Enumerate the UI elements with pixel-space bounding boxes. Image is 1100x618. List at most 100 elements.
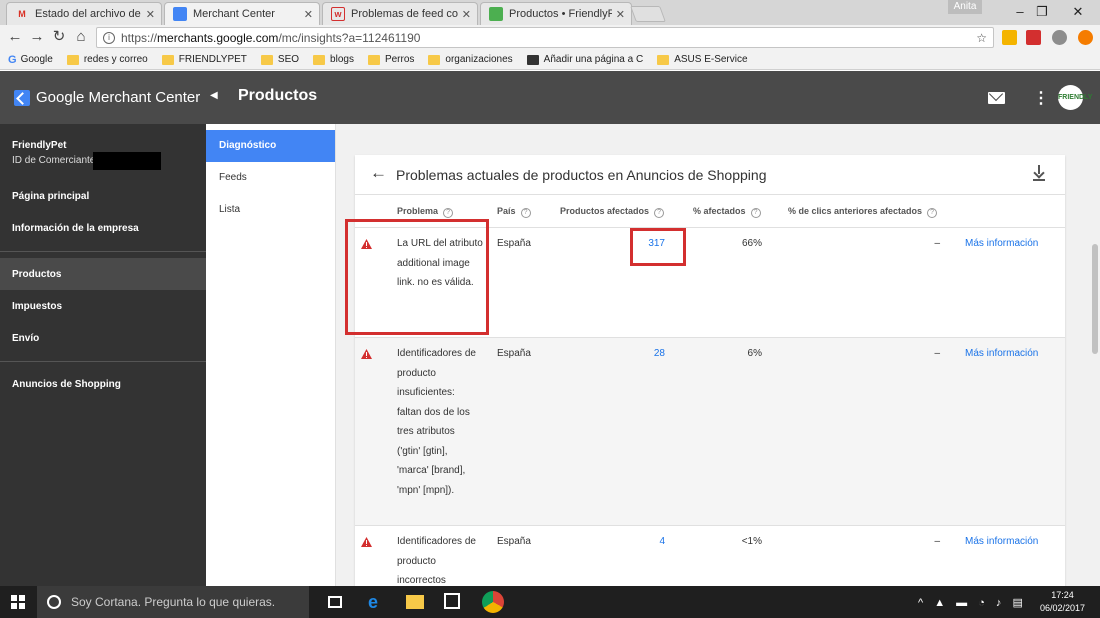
- subnav-item-list[interactable]: Lista: [206, 194, 335, 226]
- pct-affected-text: 6%: [747, 348, 762, 359]
- url-prefix: https://: [121, 30, 158, 45]
- cortana-search-box[interactable]: Soy Cortana. Pregunta lo que quieras.: [37, 586, 309, 618]
- scrollbar-thumb[interactable]: [1092, 244, 1098, 354]
- bookmark-page[interactable]: Añadir una página a C: [526, 54, 643, 65]
- main-content: ← Problemas actuales de productos en Anu…: [336, 124, 1090, 586]
- sidebar-item-home[interactable]: Página principal: [12, 191, 89, 202]
- store-app-icon[interactable]: [444, 593, 460, 609]
- card-header: ← Problemas actuales de productos en Anu…: [355, 155, 1065, 195]
- more-info-link[interactable]: Más información: [965, 234, 1038, 254]
- avatar[interactable]: FRIENDLY: [1058, 85, 1092, 110]
- system-tray-icons[interactable]: ^ ▲ ▬ ◔ ♪ ▤: [918, 596, 1027, 609]
- subnav-item-feeds[interactable]: Feeds: [206, 162, 335, 194]
- alert-extension-icon[interactable]: [1078, 30, 1093, 45]
- account-name: FriendlyPet: [12, 140, 67, 151]
- google-icon: G: [8, 53, 17, 66]
- download-icon[interactable]: [1033, 165, 1045, 181]
- bookmark-folder[interactable]: blogs: [313, 54, 354, 65]
- bookmark-folder[interactable]: ASUS E-Service: [657, 54, 748, 65]
- warning-icon: [361, 349, 372, 359]
- browser-user-chip[interactable]: Anita: [948, 0, 982, 14]
- url-path: /mc/insights?a=112461190: [278, 30, 421, 45]
- close-window-icon[interactable]: ✕: [1058, 2, 1098, 22]
- close-tab-icon[interactable]: ✕: [462, 8, 471, 21]
- page-icon: [526, 54, 539, 65]
- sidebar-divider: [0, 251, 206, 252]
- browser-tab-gmail[interactable]: M Estado del archivo de fe ✕: [6, 2, 162, 25]
- help-icon[interactable]: ?: [443, 208, 454, 218]
- affected-products-link[interactable]: 28: [605, 344, 665, 364]
- merchant-center-logo-icon: [14, 90, 30, 106]
- close-tab-icon[interactable]: ✕: [146, 8, 155, 21]
- help-icon[interactable]: ?: [927, 208, 938, 218]
- help-icon[interactable]: ?: [750, 208, 761, 218]
- close-tab-icon[interactable]: ✕: [616, 8, 625, 21]
- subnav-item-diagnostics[interactable]: Diagnóstico: [206, 130, 335, 162]
- back-arrow-icon[interactable]: ←: [6, 28, 24, 46]
- url-host: merchants.google.com: [157, 30, 279, 45]
- file-explorer-icon[interactable]: [406, 595, 424, 609]
- home-icon[interactable]: ⌂: [72, 28, 90, 46]
- extension-icon[interactable]: [1002, 30, 1017, 45]
- browser-tab-products-sheet[interactable]: Productos • FriendlyPet ✕: [480, 2, 632, 25]
- sidebar-item-business-info[interactable]: Información de la empresa: [12, 223, 139, 234]
- help-icon[interactable]: ?: [654, 208, 665, 218]
- windows-start-icon[interactable]: [11, 595, 25, 609]
- back-arrow-icon[interactable]: ←: [370, 163, 387, 183]
- bookmark-folder[interactable]: Perros: [367, 54, 414, 65]
- bookmark-folder[interactable]: SEO: [260, 54, 299, 65]
- reload-icon[interactable]: ↻: [50, 28, 68, 46]
- bookmark-google[interactable]: G Google: [8, 54, 53, 66]
- brand-name: Google Merchant Center: [36, 89, 201, 106]
- folder-icon: [313, 54, 326, 65]
- task-view-icon[interactable]: [328, 596, 342, 608]
- edge-browser-icon[interactable]: e: [368, 593, 386, 611]
- more-vert-icon[interactable]: ⋮: [1033, 88, 1049, 108]
- sidebar-item-shopping-ads[interactable]: Anuncios de Shopping: [12, 379, 121, 390]
- sidebar-item-shipping[interactable]: Envío: [12, 333, 39, 344]
- more-info-link[interactable]: Más información: [965, 532, 1038, 552]
- sidebar-item-taxes[interactable]: Impuestos: [12, 301, 62, 312]
- products-subnav: Diagnóstico Feeds Lista: [206, 124, 336, 586]
- folder-icon: [260, 54, 273, 65]
- folder-icon: [66, 54, 79, 65]
- help-icon[interactable]: ?: [520, 208, 531, 218]
- sidebar-divider: [0, 361, 206, 362]
- card-title: Problemas actuales de productos en Anunc…: [396, 167, 767, 183]
- bookmarks-bar: G Google redes y correo FRIENDLYPET SEO b…: [0, 50, 1100, 70]
- new-tab-button[interactable]: [630, 6, 666, 22]
- warning-icon: [361, 537, 372, 547]
- browser-tab-strip: M Estado del archivo de fe ✕ Merchant Ce…: [0, 0, 1100, 25]
- forward-arrow-icon[interactable]: →: [28, 28, 46, 46]
- bookmark-star-icon[interactable]: ☆: [976, 31, 987, 45]
- folder-icon: [657, 54, 670, 65]
- folder-icon: [428, 54, 441, 65]
- extension-badge-icon[interactable]: [1026, 30, 1041, 45]
- column-header-country: País?: [497, 206, 531, 218]
- browser-tab-feed-problems[interactable]: w Problemas de feed con e ✕: [322, 2, 478, 25]
- mail-icon[interactable]: [988, 92, 1005, 104]
- windows-taskbar: Soy Cortana. Pregunta lo que quieras. e …: [0, 586, 1100, 618]
- chrome-icon[interactable]: [482, 591, 504, 613]
- info-icon[interactable]: i: [103, 31, 115, 44]
- close-tab-icon[interactable]: ✕: [304, 8, 313, 21]
- restore-icon[interactable]: ❐: [1022, 2, 1062, 22]
- taskbar-clock[interactable]: 17:24 06/02/2017: [1040, 589, 1085, 615]
- affected-products-link[interactable]: 4: [605, 532, 665, 552]
- sidebar-item-products[interactable]: Productos: [12, 269, 61, 280]
- clicks-affected-text: –: [934, 238, 940, 249]
- bookmark-folder[interactable]: redes y correo: [66, 54, 148, 65]
- more-info-link[interactable]: Más información: [965, 344, 1038, 364]
- app-header: Google Merchant Center ◀ Productos ⋮ FRI…: [0, 71, 1100, 124]
- page-scrollbar[interactable]: [1090, 124, 1100, 586]
- address-bar[interactable]: i https://merchants.google.com/mc/insigh…: [96, 27, 994, 48]
- column-header-problem: Problema?: [397, 206, 454, 218]
- puzzle-extension-icon[interactable]: [1052, 30, 1067, 45]
- bookmark-folder[interactable]: organizaciones: [428, 54, 513, 65]
- collapse-menu-icon[interactable]: ◀: [210, 90, 218, 101]
- clock-time: 17:24: [1051, 590, 1074, 600]
- column-header-affected: Productos afectados?: [560, 206, 665, 218]
- bookmark-folder[interactable]: FRIENDLYPET: [161, 54, 247, 65]
- highlight-box-problem: [345, 219, 489, 335]
- browser-tab-merchant-center[interactable]: Merchant Center ✕: [164, 2, 320, 25]
